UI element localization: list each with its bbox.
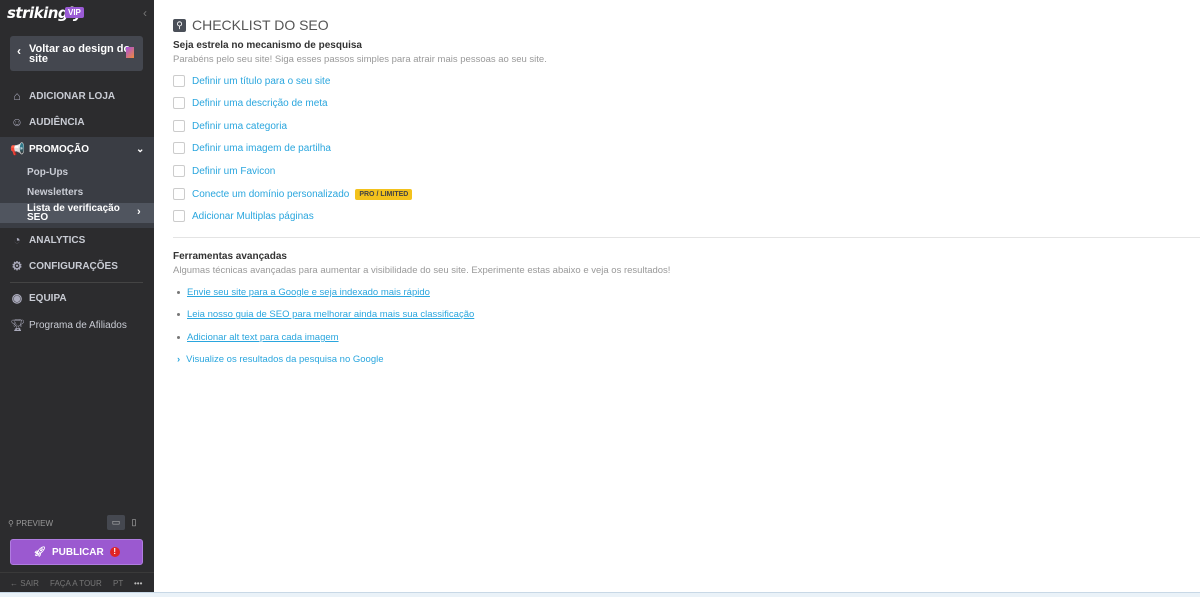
item-link[interactable]: Conecte um domínio personalizado — [192, 189, 349, 200]
checkbox[interactable] — [173, 97, 185, 109]
gear-icon: ⚙ — [11, 259, 23, 273]
store-icon: ⌂ — [13, 89, 21, 103]
nav-label: ANALYTICS — [29, 234, 86, 246]
nav-label: Programa de Afiliados — [29, 319, 127, 331]
sidebar: strikingly VIP ‹ ‹ Voltar ao design do s… — [0, 0, 154, 592]
item-link[interactable]: Definir uma descrição de meta — [192, 98, 328, 109]
link-text[interactable]: Visualize os resultados da pesquisa no G… — [186, 354, 383, 365]
section-description: Algumas técnicas avançadas para aumentar… — [173, 265, 671, 276]
checkbox[interactable] — [173, 210, 185, 222]
publish-button[interactable]: 🚀︎ PUBLICAR! — [10, 539, 143, 565]
nav-promotion[interactable]: 📢 PROMOÇÃO ⌄ — [0, 137, 154, 161]
nav-settings[interactable]: ⚙ CONFIGURAÇÕES — [0, 254, 154, 278]
item-link[interactable]: Definir uma categoria — [192, 121, 287, 132]
nav-analytics[interactable]: ◔ ANALYTICS — [0, 228, 154, 252]
tool-link[interactable]: Adicionar alt text para cada imagem — [177, 332, 339, 343]
vip-badge: VIP — [65, 7, 84, 18]
bullet — [177, 313, 180, 316]
nav-affiliates[interactable]: 🏆︎ Programa de Afiliados — [0, 313, 154, 337]
rocket-icon: 🚀︎ — [33, 546, 47, 558]
preview-button[interactable]: ⚲ PREVIEW — [8, 519, 53, 528]
nav-add-store[interactable]: ⌂ ADICIONAR LOJA — [0, 84, 154, 108]
checkbox[interactable] — [173, 165, 185, 177]
bullet — [177, 291, 180, 294]
more-icon[interactable]: ••• — [134, 579, 142, 588]
exit-label: SAIR — [20, 579, 39, 588]
publish-label: PUBLICAR — [52, 546, 104, 558]
nav-newsletters[interactable]: Newsletters — [27, 187, 83, 198]
nav-audience[interactable]: ☺ AUDIÊNCIA — [0, 110, 154, 134]
nav-label: ADICIONAR LOJA — [29, 90, 116, 102]
tool-link[interactable]: Envie seu site para a Google e seja inde… — [177, 287, 430, 298]
pro-badge: PRO / LIMITED — [355, 188, 413, 200]
chevron-right-icon: › — [177, 354, 181, 365]
link-text[interactable]: Adicionar alt text para cada imagem — [187, 332, 339, 343]
section-heading: Ferramentas avançadas — [173, 251, 287, 262]
checklist-item[interactable]: Definir uma imagem de partilha — [173, 142, 331, 154]
mobile-icon[interactable]: ▯ — [125, 515, 143, 530]
language-selector[interactable]: PT — [113, 579, 123, 588]
section-heading: Seja estrela no mecanismo de pesquisa — [173, 40, 362, 51]
nav-label: AUDIÊNCIA — [29, 116, 85, 128]
chevron-down-icon: ⌄ — [136, 143, 145, 155]
link-text[interactable]: Leia nosso guia de SEO para melhorar ain… — [187, 309, 474, 320]
tour-link[interactable]: FAÇA A TOUR — [50, 579, 102, 588]
item-link[interactable]: Definir um título para o seu site — [192, 76, 330, 87]
back-to-design-button[interactable]: ‹ Voltar ao design do site — [10, 36, 143, 71]
desktop-icon[interactable]: ▭ — [107, 515, 125, 530]
checklist-item[interactable]: Definir um título para o seu site — [173, 75, 330, 87]
nav-team[interactable]: ◉ EQUIPA — [0, 286, 154, 310]
item-link[interactable]: Definir um Favicon — [192, 166, 275, 177]
window-bottom-edge — [0, 592, 1200, 597]
divider — [173, 237, 1200, 238]
bullet — [177, 336, 180, 339]
exit-link[interactable]: ← SAIR — [10, 579, 39, 588]
google-preview-toggle[interactable]: › Visualize os resultados da pesquisa no … — [177, 354, 384, 365]
preview-label: PREVIEW — [16, 519, 53, 528]
divider — [0, 572, 154, 573]
checkbox[interactable] — [173, 75, 185, 87]
nav-label: PROMOÇÃO — [29, 143, 89, 155]
checkbox[interactable] — [173, 188, 185, 200]
nav-label: EQUIPA — [29, 292, 67, 304]
nav-label: CONFIGURAÇÕES — [29, 260, 118, 272]
megaphone-icon: 📢 — [10, 142, 25, 156]
back-label: Voltar ao design do site — [29, 43, 131, 65]
link-text[interactable]: Envie seu site para a Google e seja inde… — [187, 287, 430, 298]
checkbox[interactable] — [173, 142, 185, 154]
divider — [10, 282, 143, 283]
page-title: ⚲ CHECKLIST DO SEO — [173, 17, 329, 33]
tool-link[interactable]: Leia nosso guia de SEO para melhorar ain… — [177, 309, 474, 320]
checklist-item[interactable]: Definir uma descrição de meta — [173, 97, 328, 109]
alert-icon: ! — [109, 547, 120, 557]
search-page-icon: ⚲ — [173, 18, 186, 32]
item-link[interactable]: Adicionar Multiplas páginas — [192, 211, 314, 222]
chevron-left-icon: ‹ — [17, 44, 21, 58]
title-text: CHECKLIST DO SEO — [192, 17, 329, 33]
page-icon — [126, 47, 134, 58]
nav-popups[interactable]: Pop-Ups — [27, 167, 68, 178]
checklist-item[interactable]: Conecte um domínio personalizado PRO / LI… — [173, 188, 413, 200]
item-link[interactable]: Definir uma imagem de partilha — [192, 143, 331, 154]
nav-seo-checklist[interactable]: Lista de verificação SEO — [27, 204, 122, 223]
checklist-item[interactable]: Adicionar Multiplas páginas — [173, 210, 314, 222]
checklist-item[interactable]: Definir um Favicon — [173, 165, 275, 177]
team-icon: ◉ — [11, 291, 23, 305]
chevron-right-icon: › — [137, 206, 141, 218]
checkbox[interactable] — [173, 120, 185, 132]
pie-chart-icon: ◔ — [13, 233, 21, 247]
collapse-sidebar-icon[interactable]: ‹ — [143, 6, 147, 20]
section-description: Parabéns pelo seu site! Siga esses passo… — [173, 54, 547, 65]
checklist-item[interactable]: Definir uma categoria — [173, 120, 287, 132]
audience-icon: ☺ — [10, 115, 24, 129]
trophy-icon: 🏆︎ — [10, 318, 26, 332]
